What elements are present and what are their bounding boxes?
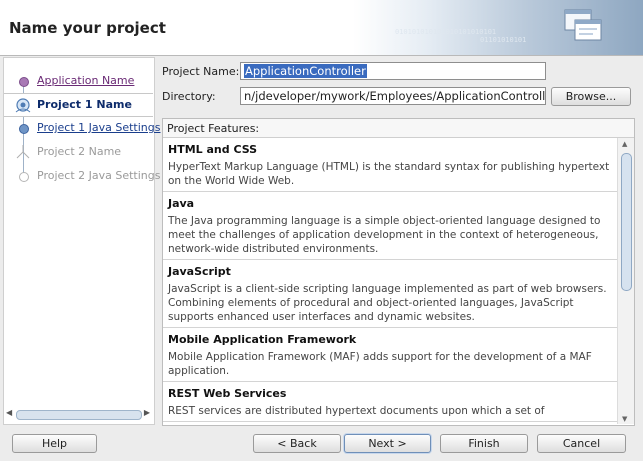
list-item[interactable]: REST Web Services REST services are dist… bbox=[163, 382, 617, 422]
pending-step-icon bbox=[19, 172, 29, 182]
step-label: Project 1 Name bbox=[37, 98, 132, 111]
binary-decoration-2: 01101010101 bbox=[480, 36, 527, 44]
list-item[interactable]: Mobile Application Framework Mobile Appl… bbox=[163, 328, 617, 382]
binary-decoration: 010101010101010101010101 bbox=[395, 28, 497, 36]
step-project-1-name[interactable]: Project 1 Name bbox=[4, 93, 153, 117]
branch-step-icon bbox=[16, 145, 30, 159]
features-list: HTML and CSS HyperText Markup Language (… bbox=[163, 138, 617, 424]
page-title: Name your project bbox=[9, 19, 166, 37]
feature-title: HTML and CSS bbox=[168, 143, 258, 156]
scroll-right-icon[interactable]: ▶ bbox=[144, 408, 150, 417]
cancel-button[interactable]: Cancel bbox=[537, 434, 626, 453]
back-button[interactable]: < Back bbox=[253, 434, 341, 453]
directory-value: n/jdeveloper/mywork/Employees/Applicatio… bbox=[244, 89, 546, 103]
step-label: Application Name bbox=[37, 74, 135, 87]
list-item[interactable]: Java The Java programming language is a … bbox=[163, 192, 617, 260]
current-step-icon bbox=[15, 98, 31, 113]
feature-title: Java bbox=[168, 197, 195, 210]
feature-title: REST Web Services bbox=[168, 387, 287, 400]
project-name-input[interactable]: ApplicationController bbox=[240, 62, 546, 80]
scroll-up-icon[interactable]: ▲ bbox=[622, 140, 627, 148]
features-vertical-scrollbar[interactable]: ▲ ▼ bbox=[617, 138, 634, 424]
feature-description: REST services are distributed hypertext … bbox=[168, 405, 545, 417]
scrollbar-thumb[interactable] bbox=[621, 153, 632, 291]
back-button-label: < Back bbox=[277, 437, 317, 450]
feature-description: JavaScript is a client-side scripting la… bbox=[168, 283, 607, 323]
directory-input[interactable]: n/jdeveloper/mywork/Employees/Applicatio… bbox=[240, 87, 546, 105]
wizard-steps: Application Name Project 1 Name Project … bbox=[3, 57, 160, 425]
finish-button[interactable]: Finish bbox=[440, 434, 528, 453]
step-application-name[interactable]: Application Name bbox=[4, 70, 153, 92]
list-item[interactable]: JavaScript JavaScript is a client-side s… bbox=[163, 260, 617, 328]
cancel-button-label: Cancel bbox=[562, 437, 601, 450]
step-project-2-name: Project 2 Name bbox=[4, 141, 153, 163]
next-button[interactable]: Next > bbox=[344, 434, 431, 453]
feature-title: Mobile Application Framework bbox=[168, 333, 357, 346]
browse-button[interactable]: Browse... bbox=[551, 87, 631, 106]
feature-description: Mobile Application Framework (MAF) adds … bbox=[168, 351, 592, 377]
next-button-label: Next > bbox=[368, 437, 407, 450]
features-header-label: Project Features: bbox=[167, 122, 260, 135]
help-button-label: Help bbox=[41, 437, 68, 450]
wizard-header: Name your project 0101010101010101010101… bbox=[0, 0, 643, 56]
step-project-2-java-settings: Project 2 Java Settings bbox=[4, 165, 160, 187]
step-label: Project 2 Java Settings bbox=[37, 169, 161, 182]
project-features-panel: Project Features: HTML and CSS HyperText… bbox=[162, 118, 635, 426]
list-item[interactable]: HTML and CSS HyperText Markup Language (… bbox=[163, 138, 617, 192]
project-windows-icon bbox=[564, 9, 602, 41]
directory-label: Directory: bbox=[162, 90, 216, 103]
step-label: Project 2 Name bbox=[37, 145, 122, 158]
finish-button-label: Finish bbox=[468, 437, 500, 450]
steps-horizontal-scrollbar[interactable]: ◀ ▶ bbox=[6, 408, 150, 420]
step-label: Project 1 Java Settings bbox=[37, 121, 161, 134]
help-button[interactable]: Help bbox=[12, 434, 97, 453]
features-header: Project Features: bbox=[163, 119, 634, 138]
step-icon bbox=[19, 124, 29, 134]
scrollbar-thumb[interactable] bbox=[16, 410, 142, 420]
feature-description: The Java programming language is a simpl… bbox=[168, 215, 601, 255]
step-project-1-java-settings[interactable]: Project 1 Java Settings bbox=[4, 117, 160, 139]
feature-description: HyperText Markup Language (HTML) is the … bbox=[168, 161, 610, 187]
wizard-window: Name your project 0101010101010101010101… bbox=[0, 0, 643, 461]
visited-step-icon bbox=[19, 77, 29, 87]
project-name-value: ApplicationController bbox=[244, 64, 367, 78]
feature-title: JavaScript bbox=[168, 265, 231, 278]
scroll-left-icon[interactable]: ◀ bbox=[6, 408, 12, 417]
scroll-down-icon[interactable]: ▼ bbox=[622, 415, 627, 423]
project-name-label: Project Name: bbox=[162, 65, 240, 78]
